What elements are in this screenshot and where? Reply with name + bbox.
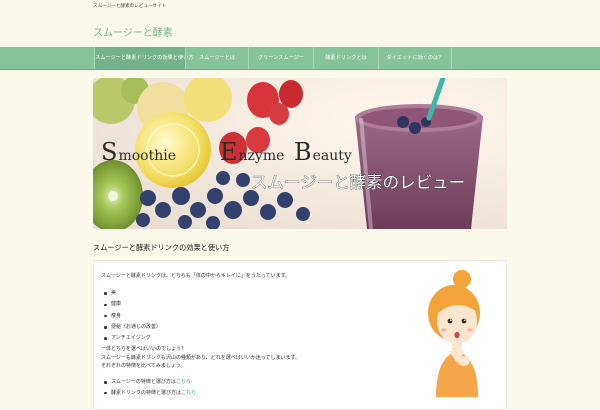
main-nav: スムージーと酵素ドリンクの効果と使い方 スムージーとは グリーンスムージー 酵素…	[0, 47, 600, 70]
site-tagline: スムージーと酵素のレビューサイト	[93, 4, 167, 9]
nav-item-diet[interactable]: ダイエットに効くのは？	[378, 47, 452, 70]
paragraph-line: 一体どちらを選べばいいのでしょう？	[101, 346, 187, 352]
content-box: スムージーと酵素ドリンクは、どちらも「体の中からキレイに」をうたっています。 美…	[93, 260, 507, 410]
nav-item-effects-usage[interactable]: スムージーと酵素ドリンクの効果と使い方	[94, 47, 193, 70]
site-title[interactable]: スムージーと酵素	[93, 24, 173, 39]
paragraph-line: スムージーも酵素ドリンクも沢山の種類があり、どれを選べばいいか迷ってしまいます。	[101, 354, 300, 361]
intro-text: スムージーと酵素ドリンクは、どちらも「体の中からキレイに」をうたっています。	[101, 273, 291, 279]
list-item: 美	[104, 288, 161, 299]
smoothie-link[interactable]: こちら	[176, 379, 191, 385]
link-item-enzyme: 酵素ドリンクの特徴と選び方はこちら	[104, 388, 196, 399]
list-item: アンチエイジング	[104, 333, 161, 344]
enzyme-link[interactable]: こちら	[181, 390, 196, 396]
paragraph-line: それぞれの特徴を比べてみましょう。	[101, 363, 186, 369]
list-item: 便秘（お通じの改善）	[104, 322, 161, 333]
body-paragraph: 一体どちらを選べばいいのでしょう？ スムージーも酵素ドリンクも沢山の種類があり、…	[101, 345, 300, 371]
nav-item-what-is-enzyme[interactable]: 酵素ドリンクとは	[313, 47, 378, 70]
benefit-list: 美 健康 痩身 便秘（お通じの改善） アンチエイジング	[104, 288, 161, 344]
section-title: スムージーと酵素ドリンクの効果と使い方	[93, 243, 230, 252]
nav-item-what-is-smoothie[interactable]: スムージーとは	[185, 47, 248, 70]
nav-item-green-smoothie[interactable]: グリーンスムージー	[248, 47, 313, 70]
hero-subtitle: スムージーと酵素のレビュー	[251, 173, 465, 192]
list-item: 痩身	[104, 311, 161, 322]
thinking-girl-illustration	[428, 270, 480, 397]
hero-banner: Smoothie Enzyme Beauty スムージーと酵素のレビュー	[93, 78, 507, 229]
list-item: 健康	[104, 299, 161, 310]
link-list: スムージーの特徴と選び方はこちら 酵素ドリンクの特徴と選び方はこちら	[104, 377, 196, 398]
link-item-smoothie: スムージーの特徴と選び方はこちら	[104, 377, 196, 388]
hero-image: Smoothie Enzyme Beauty スムージーと酵素のレビュー	[93, 78, 507, 229]
